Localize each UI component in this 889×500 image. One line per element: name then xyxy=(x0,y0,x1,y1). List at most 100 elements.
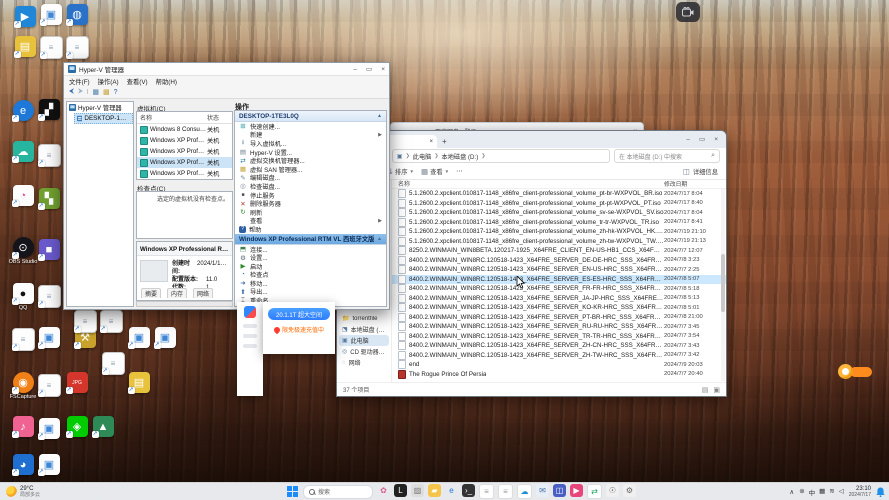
desktop-icon[interactable]: ▤↗ xyxy=(116,372,162,393)
maximize-icon[interactable]: ▭ xyxy=(366,65,372,73)
details-tab[interactable]: 内存 xyxy=(167,288,187,298)
action-item[interactable]: ✎编辑磁盘... xyxy=(235,174,386,183)
file-row[interactable]: 5.1.2600.2.xpclient.010817-1148_x86fre_c… xyxy=(392,218,726,228)
vm-row[interactable]: Windows XP Professi...关机 xyxy=(137,157,232,168)
vm-row[interactable]: Windows XP Professi...关机 xyxy=(137,135,232,146)
tree-root[interactable]: Hyper-V 管理器 xyxy=(67,102,133,113)
action-item[interactable]: ⚙设置... xyxy=(235,253,386,262)
file-row[interactable]: 8400.2.WINMAIN_WIN8RC.120518-1423_X64FRE… xyxy=(392,265,726,275)
file-row[interactable]: 8400.2.WINMAIN_WIN8RC.120518-1423_X64FRE… xyxy=(392,313,726,323)
action-item[interactable]: ▤Hyper-V 设置... xyxy=(235,148,386,157)
file-row[interactable]: 8400.2.WINMAIN_WIN8RC.120518-1423_X64FRE… xyxy=(392,256,726,266)
file-row[interactable]: 8400.2.WINMAIN_WIN8RC.120518-1423_X64FRE… xyxy=(392,294,726,304)
action-item[interactable]: ✕删除服务器 xyxy=(235,199,386,208)
paw-badge[interactable] xyxy=(838,364,872,379)
action-item[interactable]: ⇄虚拟交换机管理器... xyxy=(235,156,386,165)
file-row[interactable]: 8400.2.WINMAIN_WIN8RC.120518-1423_X64FRE… xyxy=(392,351,726,361)
sidebar-item[interactable]: ⬔本地磁盘 (D:) xyxy=(339,324,389,335)
tray-chevron-icon[interactable]: ∧ xyxy=(789,488,794,496)
export-list-icon[interactable]: ▩ xyxy=(103,88,110,96)
desktop-icon[interactable]: JPG↗ xyxy=(54,372,100,393)
details-pane-button[interactable]: ◫ 详细信息 xyxy=(683,167,718,176)
action-section-header[interactable]: DESKTOP-1TE3L0Q▲ xyxy=(235,111,386,122)
hyperv-title-bar[interactable]: Hyper-V 管理器 ‒ ▭ × xyxy=(64,63,389,76)
action-item[interactable]: ⭳导入虚拟机... xyxy=(235,139,386,148)
column-name[interactable]: 名称 xyxy=(392,179,664,188)
vm-row[interactable]: Windows 8 Consumer ...关机 xyxy=(137,124,232,135)
menu-item[interactable]: 帮助(H) xyxy=(156,77,177,86)
hyperv-toolbar[interactable]: ⮜ ⮞ | ▦ ▩ ? xyxy=(64,86,389,99)
view-button[interactable]: ▦ 查看 ▼ xyxy=(421,167,449,176)
sort-button[interactable]: ⇅ 排序 ▼ xyxy=(387,167,414,176)
start-button[interactable] xyxy=(286,485,299,498)
sidebar-item[interactable]: ◎CD 驱动器 (E:) xyxy=(339,346,389,357)
column-date[interactable]: 修改日期 xyxy=(664,179,726,188)
tray-icon[interactable]: ⊚ xyxy=(799,487,804,497)
taskbar-app-icon[interactable]: ›_ xyxy=(462,484,475,497)
file-row[interactable]: 8400.2.WINMAIN_WIN8RC.120518-1423_X64FRE… xyxy=(392,275,726,285)
taskbar-app-icon[interactable]: ✉ xyxy=(536,484,549,497)
rail-item[interactable] xyxy=(243,344,257,348)
file-row[interactable]: 5.1.2600.2.xpclient.010817-1148_x86fre_c… xyxy=(392,189,726,199)
list-view-icon[interactable]: ▤ xyxy=(702,386,709,394)
details-tab[interactable]: 网络 xyxy=(193,288,213,298)
details-tabs[interactable]: 摘要内存网络 xyxy=(141,288,213,298)
minimize-icon[interactable]: ‒ xyxy=(686,136,690,143)
file-row[interactable]: 8400.2.WINMAIN_WIN8RC.120518-1423_X64FRE… xyxy=(392,303,726,313)
details-tab[interactable]: 摘要 xyxy=(141,288,161,298)
tray-icon[interactable]: 中 xyxy=(809,487,816,497)
taskbar-app-icon[interactable]: L xyxy=(394,484,407,497)
help-icon[interactable]: ? xyxy=(114,89,118,96)
desktop-icon[interactable]: ≡↗ xyxy=(54,36,100,59)
scrollbar-thumb[interactable] xyxy=(721,254,725,312)
desktop-icon[interactable]: ▣↗ xyxy=(26,454,72,475)
taskbar-app-icon[interactable]: ≡ xyxy=(479,484,494,499)
action-item[interactable]: ◔检查点 xyxy=(235,271,386,280)
taskbar-clock[interactable]: 23:10 2024/7/17 xyxy=(849,486,871,498)
breadcrumb-item[interactable]: 此电脑 xyxy=(413,152,432,161)
rail-item[interactable] xyxy=(243,324,257,328)
taskbar-app-icon[interactable]: ▨ xyxy=(411,484,424,497)
show-console-tree-icon[interactable]: ▦ xyxy=(92,88,99,96)
large-view-icon[interactable]: ▣ xyxy=(713,386,720,394)
vm-col-name[interactable]: 名称 xyxy=(140,113,207,122)
file-row[interactable]: 8400.2.WINMAIN_WIN8RC.120518-1423_X64FRE… xyxy=(392,284,726,294)
sidebar-item[interactable]: 📁torrentfile xyxy=(339,313,389,324)
action-item[interactable]: ◎检查磁盘... xyxy=(235,182,386,191)
vm-col-state[interactable]: 状态 xyxy=(207,113,229,122)
action-item[interactable]: ⊞快速创建... xyxy=(235,122,386,131)
desktop-icon[interactable]: ▣↗ xyxy=(142,327,188,348)
new-tab-button[interactable]: + xyxy=(442,137,447,146)
file-row[interactable]: 8400.2.WINMAIN_WIN8RC.120518-1423_X64FRE… xyxy=(392,341,726,351)
sidebar-item[interactable]: ▣此电脑 xyxy=(339,335,389,346)
menu-item[interactable]: 文件(F) xyxy=(69,77,90,86)
desktop-icon[interactable]: ◍↗ xyxy=(54,4,100,25)
search-input[interactable]: 在 本地磁盘 (D:) 中搜索 ⌕ xyxy=(614,149,720,163)
taskbar-app-icon[interactable]: ✿ xyxy=(377,484,390,497)
file-row[interactable]: 5.1.2600.2.xpclient.010817-1148_x86fre_c… xyxy=(392,237,726,247)
breadcrumb[interactable]: ▣❯此电脑❯本地磁盘 (D:)❯ xyxy=(392,149,610,163)
notification-bell-icon[interactable] xyxy=(876,487,885,497)
maximize-icon[interactable]: ▭ xyxy=(699,135,705,143)
action-item[interactable]: ▶启动 xyxy=(235,262,386,271)
scrollbar[interactable] xyxy=(721,189,725,381)
breadcrumb-item[interactable]: 本地磁盘 (D:) xyxy=(442,152,479,161)
minimize-icon[interactable]: ‒ xyxy=(353,66,357,73)
taskbar-app-icon[interactable]: ▰ xyxy=(428,484,441,497)
tray-icon[interactable]: ◁ xyxy=(839,487,844,497)
screen-recorder-button[interactable] xyxy=(676,2,700,22)
taskbar-app-icon[interactable]: ⚙ xyxy=(623,484,636,497)
taskbar-app-icon[interactable]: ☉ xyxy=(606,484,619,497)
action-item[interactable]: ?帮助 xyxy=(235,225,386,234)
file-row[interactable]: 5.1.2600.2.xpclient.010817-1148_x86fre_c… xyxy=(392,227,726,237)
back-icon[interactable]: ⮜ xyxy=(69,88,74,96)
action-item[interactable]: ■停止服务 xyxy=(235,191,386,200)
action-section-header[interactable]: Windows XP Professional RTM VL 西班牙文版▲ xyxy=(235,234,386,245)
close-icon[interactable]: × xyxy=(714,136,718,143)
baidu-promo[interactable]: 限免极速充值中 xyxy=(263,325,335,334)
close-icon[interactable]: × xyxy=(381,66,385,73)
taskbar-app-icon[interactable]: ▶ xyxy=(570,484,583,497)
tab-close-icon[interactable]: × xyxy=(429,139,433,145)
action-item[interactable]: ➜移动... xyxy=(235,279,386,288)
taskbar-app-icon[interactable]: ⇄ xyxy=(587,484,602,499)
